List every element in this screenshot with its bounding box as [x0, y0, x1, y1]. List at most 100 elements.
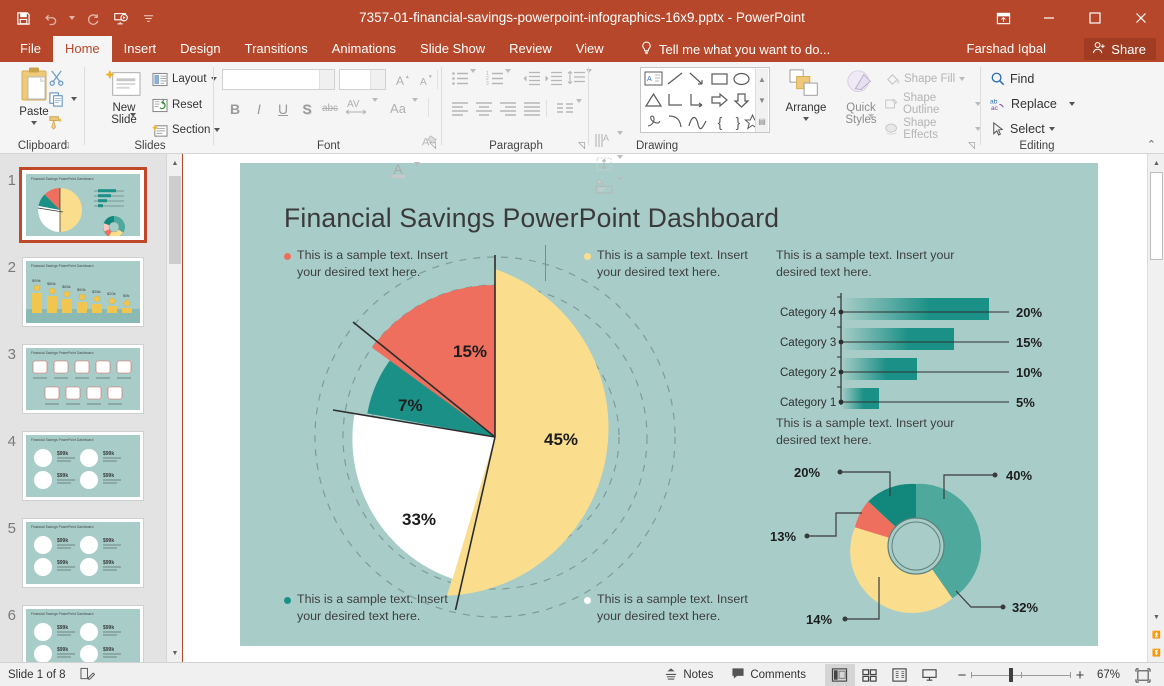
slide-canvas[interactable]: Financial Savings PowerPoint Dashboard T…: [240, 163, 1098, 646]
horizontal-bar-chart[interactable]: Category 4 20% Category 3 15% Category 2…: [770, 289, 1060, 409]
elbow-connector-icon[interactable]: [665, 91, 687, 111]
account-name[interactable]: Farshad Iqbal: [967, 36, 1047, 62]
replace-button[interactable]: abac Replace: [990, 93, 1075, 115]
increase-font-size-button[interactable]: A: [391, 69, 413, 90]
character-spacing-dropdown-icon[interactable]: [372, 102, 378, 116]
shape-effects-button[interactable]: Shape Effects: [884, 118, 981, 140]
copy-dropdown-icon[interactable]: [64, 89, 84, 109]
decrease-indent-button[interactable]: [521, 68, 541, 88]
oval-shape-icon[interactable]: [731, 70, 753, 90]
line-spacing-button[interactable]: [566, 68, 586, 88]
decrease-font-size-button[interactable]: A: [414, 69, 436, 90]
customize-qat-icon[interactable]: [142, 5, 154, 31]
underline-button[interactable]: U: [272, 98, 294, 119]
line-shape-icon[interactable]: [665, 70, 687, 90]
next-slide-icon[interactable]: ⏬: [1148, 644, 1164, 662]
align-text-button[interactable]: [594, 154, 614, 174]
thumbnails-scrollbar[interactable]: ▲ ▼: [166, 154, 182, 662]
copy-button[interactable]: [46, 89, 66, 109]
collapse-ribbon-icon[interactable]: ⌃: [1147, 138, 1156, 151]
format-painter-button[interactable]: [46, 111, 66, 131]
arrow-shape-icon[interactable]: [687, 70, 709, 90]
columns-button[interactable]: [555, 98, 575, 118]
minimize-icon[interactable]: [1026, 0, 1072, 36]
zoom-in-button[interactable]: +: [1071, 664, 1089, 686]
thumbnail-slide-3[interactable]: 3 Financial Savings PowerPoint Dashboard: [0, 344, 168, 414]
increase-indent-button[interactable]: [543, 68, 563, 88]
new-slide-dropdown-icon[interactable]: [130, 117, 136, 131]
thumbnail-image-5[interactable]: Financial Savings PowerPoint Dashboard $…: [22, 518, 144, 588]
triangle-shape-icon[interactable]: [643, 91, 665, 111]
layout-button[interactable]: Layout: [152, 68, 217, 90]
radial-pie-chart[interactable]: 15% 7% 45% 33%: [256, 233, 716, 633]
text-direction-dropdown-icon[interactable]: [617, 135, 623, 149]
fit-slide-to-window-button[interactable]: [1128, 664, 1158, 686]
tab-animations[interactable]: Animations: [320, 36, 408, 62]
section-button[interactable]: Section: [152, 119, 220, 141]
right-arrow-shape-icon[interactable]: [709, 91, 731, 111]
slide-sorter-view-button[interactable]: [855, 664, 885, 686]
tell-me-box[interactable]: Tell me what you want to do...: [640, 36, 830, 62]
slide-scrollbar-thumb[interactable]: [1150, 172, 1163, 260]
change-case-dropdown-icon[interactable]: [412, 102, 418, 116]
elbow-arrow-connector-icon[interactable]: [687, 91, 709, 111]
textbox-shape-icon[interactable]: A: [643, 70, 665, 90]
zoom-out-button[interactable]: −: [953, 664, 971, 686]
quick-styles-dropdown-icon[interactable]: [868, 118, 874, 132]
thumbnail-slide-5[interactable]: 5 Financial Savings PowerPoint Dashboard…: [0, 518, 168, 588]
thumbnail-slide-1[interactable]: 1 Financial Savings PowerPoint Dashboard: [0, 170, 168, 240]
close-icon[interactable]: [1118, 0, 1164, 36]
numbering-button[interactable]: 123: [485, 68, 505, 88]
align-right-button[interactable]: [498, 98, 518, 118]
strikethrough-button[interactable]: abc: [319, 98, 341, 119]
text-direction-button[interactable]: A: [592, 130, 616, 150]
rectangle-shape-icon[interactable]: [709, 70, 731, 90]
thumbnail-image-1[interactable]: Financial Savings PowerPoint Dashboard: [22, 170, 144, 240]
shapes-gallery-down-icon[interactable]: ▼: [756, 90, 768, 111]
thumbnails-scrollbar-thumb[interactable]: [169, 176, 181, 264]
shapes-gallery[interactable]: A { } ▲ ▼ ▤: [640, 67, 770, 133]
new-slide-button[interactable]: New Slide: [98, 68, 150, 126]
thumbnails-scroll-down-icon[interactable]: ▼: [167, 644, 183, 662]
arrange-button[interactable]: Arrange: [780, 68, 832, 121]
find-button[interactable]: Find: [990, 68, 1034, 90]
tab-slide-show[interactable]: Slide Show: [408, 36, 497, 62]
slide-thumbnails-panel[interactable]: 1 Financial Savings PowerPoint Dashboard: [0, 154, 182, 662]
font-size-dropdown-icon[interactable]: [370, 70, 385, 89]
thumbnail-slide-4[interactable]: 4 Financial Savings PowerPoint Dashboard…: [0, 431, 168, 501]
thumbnail-image-6[interactable]: Financial Savings PowerPoint Dashboard $…: [22, 605, 144, 662]
tab-file[interactable]: File: [8, 36, 53, 62]
accessibility-icon[interactable]: [80, 667, 95, 684]
slide-scroll-up-icon[interactable]: ▲: [1148, 154, 1164, 172]
zoom-slider-handle[interactable]: [1009, 668, 1013, 682]
font-size-box[interactable]: [339, 69, 386, 90]
clear-formatting-button[interactable]: A: [418, 131, 440, 152]
slide-area-scrollbar[interactable]: ▲ ▼ ⏫ ⏬: [1147, 154, 1164, 662]
tab-review[interactable]: Review: [497, 36, 564, 62]
slide-canvas-area[interactable]: Financial Savings PowerPoint Dashboard T…: [183, 154, 1164, 662]
arrange-dropdown-icon[interactable]: [803, 117, 809, 121]
cut-button[interactable]: [46, 67, 66, 87]
normal-view-button[interactable]: [825, 664, 855, 686]
arc-shape-icon[interactable]: [665, 112, 687, 132]
thumbnail-image-2[interactable]: Financial Savings PowerPoint Dashboard: [22, 257, 144, 327]
slide-scroll-down-icon[interactable]: ▼: [1148, 608, 1164, 626]
reset-button[interactable]: Reset: [152, 94, 202, 116]
save-icon[interactable]: [10, 5, 36, 31]
font-name-box[interactable]: [222, 69, 335, 90]
align-center-button[interactable]: [474, 98, 494, 118]
redo-icon[interactable]: [80, 5, 106, 31]
curve-shape-icon[interactable]: [687, 112, 709, 132]
paragraph-dialog-launcher[interactable]: ◹: [578, 140, 585, 151]
zoom-level[interactable]: 67%: [1089, 669, 1128, 681]
shape-fill-button[interactable]: Shape Fill: [884, 68, 965, 90]
font-color-dropdown-icon[interactable]: [414, 166, 420, 180]
notes-button[interactable]: Notes: [655, 664, 722, 686]
character-spacing-button[interactable]: AV: [343, 95, 371, 116]
ribbon-display-options-icon[interactable]: [980, 0, 1026, 36]
line-spacing-dropdown-icon[interactable]: [586, 73, 592, 87]
tab-home[interactable]: Home: [53, 36, 112, 62]
tab-insert[interactable]: Insert: [112, 36, 169, 62]
align-text-dropdown-icon[interactable]: [617, 159, 623, 173]
shapes-gallery-more-icon[interactable]: ▤: [756, 111, 768, 132]
